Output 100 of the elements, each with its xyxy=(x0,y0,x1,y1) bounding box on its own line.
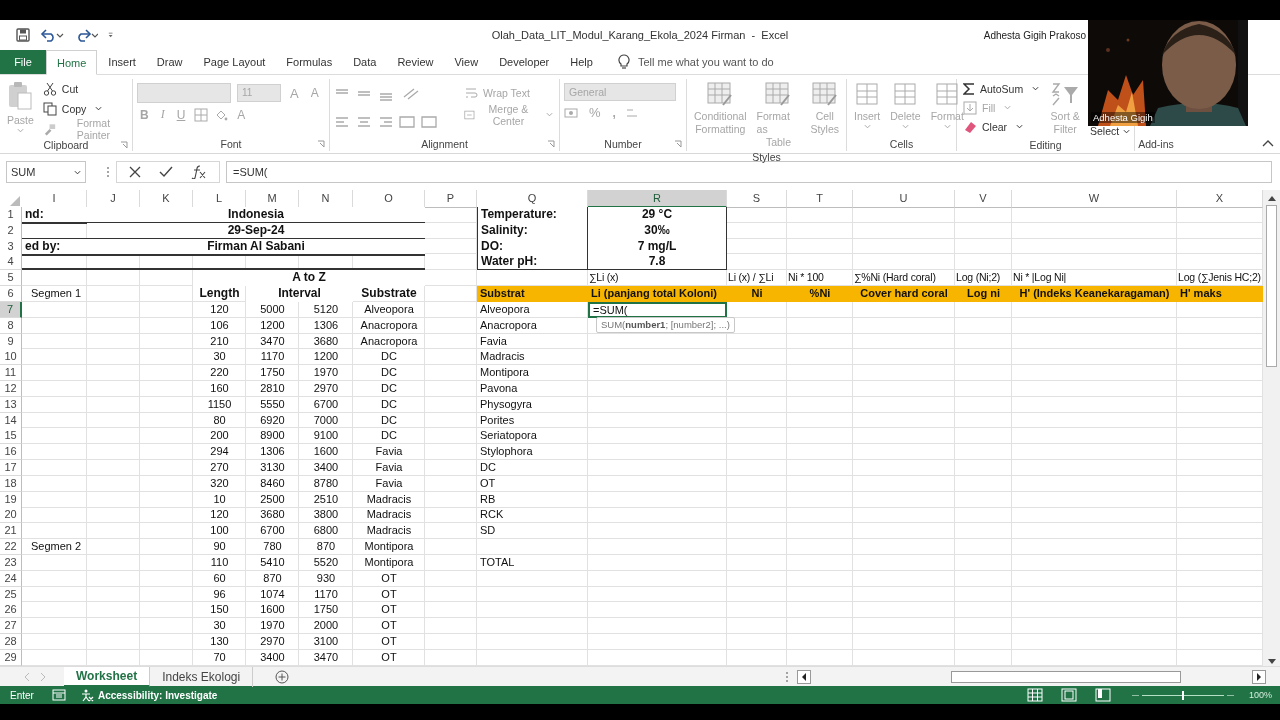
save-icon[interactable] xyxy=(16,28,30,42)
sheet-tab[interactable]: Worksheet xyxy=(64,666,151,687)
ribbon-tab[interactable]: Formulas xyxy=(276,50,343,74)
zoom-level[interactable]: 100% xyxy=(1248,690,1272,700)
table-cell-text: Favia xyxy=(374,444,404,460)
table-cell-text: 5550 xyxy=(259,396,286,412)
table-cell-text: 6920 xyxy=(259,412,286,428)
caret-icon xyxy=(1123,128,1131,134)
accessibility-icon[interactable] xyxy=(79,688,94,702)
insert-function-icon[interactable] xyxy=(191,165,207,179)
check-icon[interactable] xyxy=(159,166,173,178)
scrollbar-thumb[interactable] xyxy=(1266,205,1277,367)
search-field[interactable]: Tell me what you want to do xyxy=(635,50,840,74)
ribbon-tab[interactable]: View xyxy=(444,50,489,74)
table-cell-text: 3680 xyxy=(312,333,340,349)
table-cell-text: ∑Li (x) xyxy=(588,270,620,286)
ribbon-tab[interactable]: Review xyxy=(387,50,444,74)
page-layout-icon[interactable] xyxy=(1060,688,1077,702)
table-cell: Substrat xyxy=(477,286,588,303)
ribbon-tab[interactable]: Draw xyxy=(146,50,193,74)
table-cell-text: 1150 xyxy=(206,396,233,412)
dialog-launcher-icon[interactable] xyxy=(317,140,325,148)
ribbon-tab[interactable]: Insert xyxy=(98,50,146,74)
table-cell-text: 110 xyxy=(209,554,230,570)
row-header[interactable]: 6 xyxy=(0,286,22,303)
name-box[interactable]: SUM xyxy=(6,161,86,183)
column-header[interactable]: T xyxy=(787,190,853,208)
caret-icon xyxy=(943,124,951,129)
table-cell-text: SD xyxy=(479,523,497,539)
table-cell-text: Li (x) / ∑Li xyxy=(727,270,775,286)
caret-icon xyxy=(95,106,103,111)
row-header[interactable]: 5 xyxy=(0,270,22,287)
scroll-up-icon[interactable] xyxy=(1266,194,1277,202)
zoom-slider[interactable] xyxy=(1181,690,1184,700)
table-cell-text: 120 xyxy=(209,301,230,317)
scroll-left-icon[interactable] xyxy=(797,669,812,684)
drag-handle-icon[interactable] xyxy=(106,165,110,179)
row-header[interactable]: 10 xyxy=(0,349,22,366)
row-header[interactable]: 27 xyxy=(0,618,22,635)
column-header[interactable]: V xyxy=(955,190,1012,208)
ribbon-tab[interactable]: Developer xyxy=(489,50,560,74)
table-cell-text: 6700 xyxy=(259,523,286,539)
ribbon-tab[interactable]: Page Layout xyxy=(193,50,276,74)
table-cell-text: 3100 xyxy=(312,633,340,649)
row-header[interactable]: 21 xyxy=(0,523,22,540)
group-label: Font xyxy=(220,138,242,150)
copy-button[interactable]: Copy xyxy=(40,99,128,118)
table-cell-text: 1200 xyxy=(259,317,286,333)
accessibility-status[interactable]: Accessibility: Investigate xyxy=(97,689,218,701)
row-header[interactable]: 4 xyxy=(0,254,22,271)
table-cell-text: Pavona xyxy=(479,380,519,396)
table-cell-text: Stylophora xyxy=(479,444,534,460)
caret-icon xyxy=(16,128,24,133)
ribbon-tab[interactable]: Data xyxy=(343,50,387,74)
ribbon-tab[interactable]: Home xyxy=(46,50,98,75)
column-header[interactable]: R xyxy=(588,190,727,208)
cut-button[interactable]: Cut xyxy=(40,79,128,98)
normal-view-icon[interactable] xyxy=(1026,688,1043,702)
dialog-launcher-icon[interactable] xyxy=(120,140,128,149)
row-header[interactable]: 11 xyxy=(0,365,22,382)
column-header[interactable]: U xyxy=(853,190,955,208)
table-cell-text: Ni * 100 xyxy=(787,270,825,286)
scroll-right-icon[interactable] xyxy=(1252,669,1266,684)
table-cell-text: OT xyxy=(380,570,398,586)
column-header[interactable]: W xyxy=(1012,190,1177,208)
wrap-text-icon xyxy=(464,85,478,100)
select-button[interactable]: Select xyxy=(1088,125,1133,137)
row-header[interactable]: 16 xyxy=(0,444,22,461)
row-header[interactable]: 26 xyxy=(0,602,22,619)
table-cell-text: Montipora xyxy=(479,365,530,381)
dialog-launcher-icon[interactable] xyxy=(674,140,682,148)
table-cell-text: 870 xyxy=(262,570,283,586)
customize-icon[interactable] xyxy=(108,31,114,39)
drag-handle-icon[interactable] xyxy=(785,669,790,684)
table-cell-text: OT xyxy=(380,586,398,602)
row-header[interactable]: 22 xyxy=(0,539,22,556)
dialog-launcher-icon[interactable] xyxy=(547,140,555,148)
row-header[interactable]: 20 xyxy=(0,507,22,524)
scrollbar-thumb[interactable] xyxy=(951,670,1182,683)
column-header[interactable]: P xyxy=(425,190,477,208)
lightbulb-icon[interactable] xyxy=(617,54,630,70)
row-header[interactable]: 17 xyxy=(0,460,22,476)
column-header[interactable]: X xyxy=(1177,190,1263,208)
column-header[interactable]: S xyxy=(727,190,787,208)
macro-icon[interactable] xyxy=(51,689,66,701)
cancel-icon[interactable] xyxy=(129,166,141,178)
table-cell-text: 70 xyxy=(212,649,227,665)
ribbon-tab[interactable]: Help xyxy=(560,50,603,74)
collapse-ribbon-icon[interactable] xyxy=(1262,139,1274,147)
row-header[interactable]: 15 xyxy=(0,428,22,445)
file-tab[interactable]: File xyxy=(0,50,46,74)
undo-icon[interactable] xyxy=(40,28,64,42)
table-cell-text: OT xyxy=(479,475,497,491)
table-cell: H' maks xyxy=(1177,286,1263,303)
table-cell-text: 2500 xyxy=(259,491,286,507)
copy-icon xyxy=(42,101,57,116)
add-sheet-icon[interactable] xyxy=(275,669,290,684)
table-cell-text: Ni * |Log Ni| xyxy=(1012,270,1068,286)
page-break-icon[interactable] xyxy=(1094,688,1111,702)
cells-icon xyxy=(892,81,919,107)
